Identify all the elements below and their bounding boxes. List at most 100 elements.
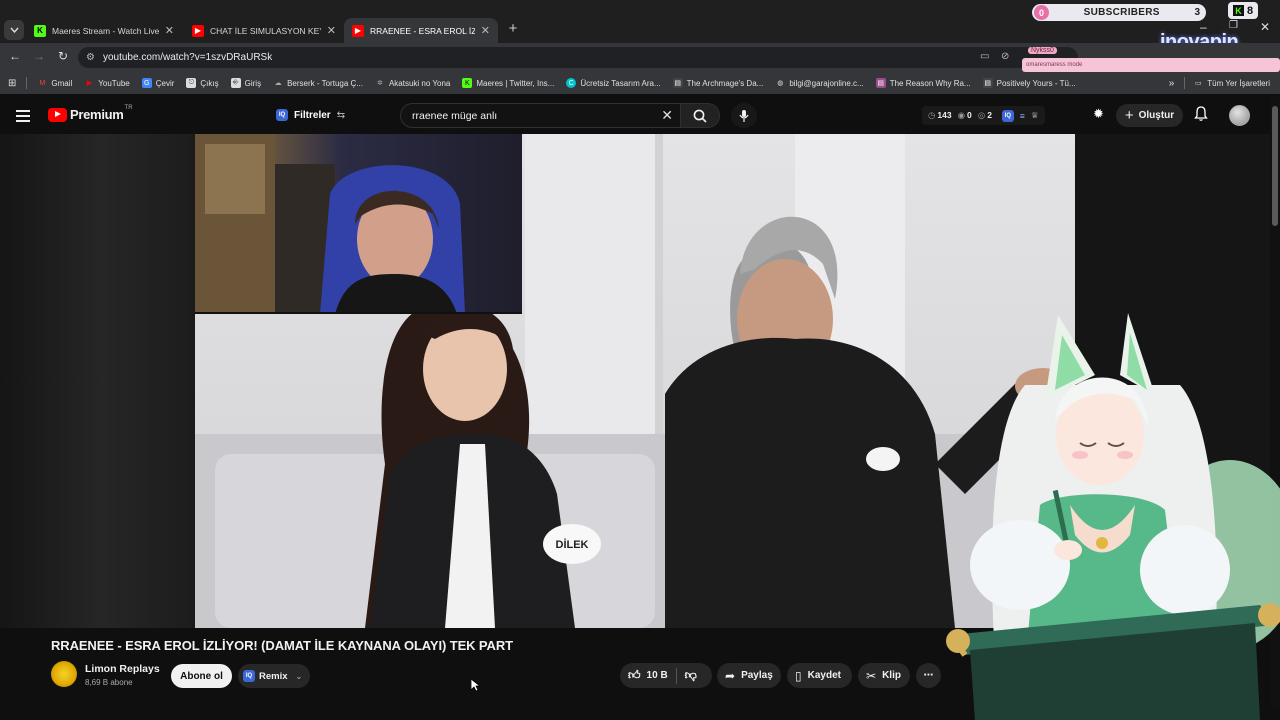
subscribers-widget: 0 SUBSCRIBERS 3 <box>1032 4 1206 21</box>
all-bookmarks[interactable]: ▭ Tüm Yer İşaretleri <box>1193 78 1270 88</box>
translate-icon: G <box>141 78 152 88</box>
filters-button[interactable]: IQ Filtreler ⇆ <box>276 106 345 124</box>
globe-icon: ◍ <box>777 80 784 87</box>
subscribe-button[interactable]: Abone ol <box>171 664 232 688</box>
streamer-webcam <box>195 134 522 314</box>
chevron-down-icon: ⌄ <box>295 671 303 681</box>
kick-icon: K <box>1232 5 1244 16</box>
bookmark-archmage[interactable]: ▤ The Archmage's Da... <box>672 78 763 88</box>
scrollbar-thumb[interactable] <box>1272 106 1278 226</box>
thumbs-down-icon[interactable]: 👎︎ <box>685 668 697 683</box>
ticker-username: Nykss0 <box>1028 47 1057 54</box>
chevron-down-icon <box>9 27 19 33</box>
bookmark-gmail[interactable]: M Gmail <box>37 78 72 88</box>
site-info-icon[interactable]: ⚙ <box>86 52 95 63</box>
canva-icon: C <box>566 78 577 88</box>
address-bar[interactable]: ⚙ youtube.com/watch?v=1szvDRaURSk <box>78 47 1078 68</box>
tab-maeres-stream[interactable]: K Maeres Stream - Watch Live on ✕ <box>26 18 182 43</box>
login-icon: ⎆ <box>230 78 241 88</box>
channel-name[interactable]: Limon Replays <box>85 663 160 675</box>
award-icon[interactable]: ♕ <box>1031 110 1039 121</box>
like-dislike-group[interactable]: 👍︎ 10 B 👎︎ <box>620 663 712 688</box>
youtube-icon: ▶ <box>352 24 364 37</box>
thumbs-up-icon[interactable]: 👍︎ <box>628 668 641 683</box>
bookmark-canva[interactable]: C Ücretsiz Tasarım Ara... <box>566 78 661 88</box>
clear-search-icon[interactable]: ✕ <box>661 107 673 124</box>
video-player[interactable]: DİLEK <box>0 134 1270 628</box>
tab-rraenee-active[interactable]: ▶ RRAENEE - ESRA EROL İZLİYOR! ... ✕ <box>344 18 498 43</box>
back-icon[interactable]: ← <box>7 49 23 63</box>
close-tab-icon[interactable]: ✕ <box>327 24 336 37</box>
bookmark-berserk[interactable]: ☁ Berserk - Tortuga Ç... <box>273 78 363 88</box>
cast-icon[interactable]: ▭ <box>980 51 989 62</box>
more-actions-button[interactable]: ⋯ <box>916 663 941 688</box>
bookmark-positively-yours[interactable]: ▤ Positively Yours - Tü... <box>982 78 1076 88</box>
bookmark-cikis[interactable]: ⎋ Çıkış <box>186 78 219 88</box>
sliders-icon: ⇆ <box>336 109 346 121</box>
mouse-cursor <box>471 679 480 692</box>
bookmark-youtube[interactable]: ▶ YouTube <box>84 78 130 88</box>
bookmark-garajonline[interactable]: ◍ bilgi@garajonline.c... <box>775 78 863 88</box>
plus-icon: + <box>1124 107 1134 124</box>
youtube-logo-icon <box>48 107 67 122</box>
like-count[interactable]: 10 B <box>647 670 668 681</box>
bookmark-akatsuki[interactable]: ✲ Akatsuki no Yona <box>375 78 450 88</box>
extension-puzzle-icon[interactable]: ✹ <box>1093 106 1104 122</box>
search-input[interactable]: rraenee müge anlı ✕ <box>400 103 682 128</box>
close-tab-icon[interactable]: ✕ <box>165 24 174 37</box>
forward-icon[interactable]: → <box>31 49 47 63</box>
name-tag-text: DİLEK <box>556 538 589 551</box>
youtube-premium-logo[interactable]: Premium TR <box>48 105 133 122</box>
apps-grid-icon[interactable]: ⊞ <box>8 78 16 89</box>
youtube-icon: ▶ <box>86 80 92 87</box>
video-title: RRAENEE - ESRA EROL İZLİYOR! (DAMAT İLE … <box>51 638 513 653</box>
kick-icon: K <box>462 78 473 88</box>
new-tab-button[interactable]: + <box>504 20 522 38</box>
save-button[interactable]: ▯ Kaydet <box>787 663 852 688</box>
clock-icon: ◷ <box>928 110 936 120</box>
subscribers-label: SUBSCRIBERS <box>1083 7 1160 18</box>
page-scrollbar[interactable] <box>1270 96 1280 708</box>
like-divider <box>675 667 677 684</box>
playlist-icon[interactable]: ≡ <box>1020 111 1025 121</box>
scissors-icon: ✂ <box>866 668 877 683</box>
tab-chat-simulasyon[interactable]: ▶ CHAT İLE SIMULASYON KEYFİ | ... ✕ <box>184 18 344 43</box>
bookmarks-bar: ⊞ M Gmail ▶ YouTube G Çevir ⎋ Çıkış ⎆ Giriş ☁… <box>0 72 1280 94</box>
subscribers-count: 3 <box>1194 7 1200 18</box>
channel-subscriber-count: 8,69 B abone <box>85 678 133 687</box>
link-icon: ✲ <box>377 80 383 87</box>
exit-icon: ⎋ <box>186 78 197 88</box>
clip-button[interactable]: ✂ Klip <box>858 663 910 688</box>
bookmark-reason-why[interactable]: ▤ The Reason Why Ra... <box>875 78 971 88</box>
tab-search-button[interactable] <box>4 20 24 40</box>
notifications-bell-icon[interactable] <box>1194 106 1208 124</box>
gmail-icon: M <box>39 79 46 87</box>
voice-search-button[interactable] <box>731 103 757 128</box>
eye-off-icon: ◎ <box>977 110 986 120</box>
book-icon: ▤ <box>672 78 683 88</box>
bookmark-maeres[interactable]: K Maeres | Twitter, Ins... <box>462 78 554 88</box>
create-button[interactable]: + Oluştur <box>1116 104 1183 127</box>
menu-icon[interactable] <box>16 110 30 125</box>
reload-icon[interactable]: ↻ <box>55 49 71 63</box>
microphone-icon <box>739 109 749 122</box>
close-tab-icon[interactable]: ✕ <box>481 24 490 37</box>
search-button[interactable] <box>680 103 720 128</box>
bookmark-cevir[interactable]: G Çevir <box>141 78 174 88</box>
window-close-icon[interactable]: ✕ <box>1260 20 1270 34</box>
share-icon: ➦ <box>725 668 736 683</box>
extension-stats[interactable]: ◷ 143 ◉ 0 ◎ 2 IQ ≡ ♕ <box>922 106 1045 125</box>
bookmark-giris[interactable]: ⎆ Giriş <box>230 78 261 88</box>
eye-off-icon[interactable]: ⊘ <box>1001 51 1009 62</box>
remix-button[interactable]: IQ Remix ⌄ <box>238 664 310 688</box>
iq-badge[interactable]: IQ <box>1001 109 1014 122</box>
search-icon <box>693 109 707 123</box>
share-button[interactable]: ➦ Paylaş <box>717 663 781 688</box>
more-bookmarks-icon[interactable]: » <box>1169 78 1175 89</box>
account-avatar[interactable] <box>1229 105 1250 126</box>
link-icon: ☁ <box>274 80 282 87</box>
maximize-icon[interactable]: ❐ <box>1229 20 1238 31</box>
book-icon: ▤ <box>982 78 993 88</box>
channel-avatar[interactable] <box>51 661 77 687</box>
youtube-icon: ▶ <box>192 24 204 37</box>
